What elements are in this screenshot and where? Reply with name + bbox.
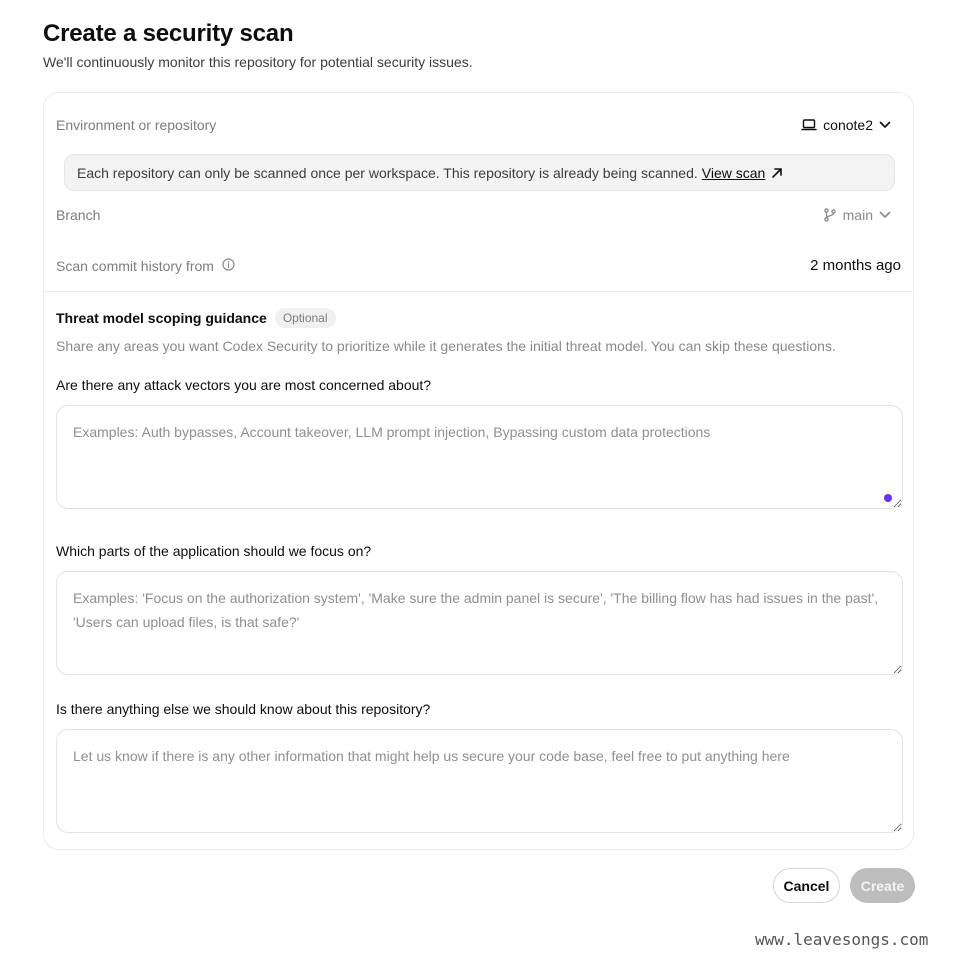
additional-info-label: Is there anything else we should know ab…	[56, 701, 431, 717]
optional-badge: Optional	[274, 308, 336, 328]
attack-vectors-textarea[interactable]	[56, 405, 903, 509]
create-button[interactable]: Create	[850, 868, 915, 903]
environment-label: Environment or repository	[56, 117, 217, 133]
branch-row: Branch main	[56, 207, 901, 223]
history-label: Scan commit history from	[56, 257, 214, 274]
notice-text: Each repository can only be scanned once…	[77, 164, 698, 181]
chevron-down-icon	[879, 121, 891, 129]
page-subtitle: We'll continuously monitor this reposito…	[43, 54, 473, 70]
section-divider	[44, 291, 913, 292]
repository-selector[interactable]: conote2	[801, 117, 891, 133]
external-arrow-icon[interactable]	[771, 167, 783, 179]
guidance-title: Threat model scoping guidance	[56, 310, 267, 326]
history-label-group: Scan commit history from	[56, 258, 235, 274]
guidance-description: Share any areas you want Codex Security …	[56, 338, 836, 354]
laptop-icon	[801, 118, 817, 132]
info-icon[interactable]	[222, 257, 235, 274]
environment-row: Environment or repository conote2	[56, 117, 901, 133]
git-branch-icon	[823, 208, 837, 222]
guidance-header: Threat model scoping guidance Optional	[56, 308, 336, 328]
attack-vectors-label: Are there any attack vectors you are mos…	[56, 377, 432, 393]
history-value[interactable]: 2 months ago	[810, 257, 901, 274]
scan-form-card: Environment or repository conote2 Each r…	[43, 92, 914, 850]
history-row: Scan commit history from 2 months ago	[56, 257, 901, 274]
additional-info-textarea[interactable]	[56, 729, 903, 833]
watermark: www.leavesongs.com	[755, 930, 929, 949]
view-scan-link[interactable]: View scan	[702, 165, 766, 181]
cancel-button[interactable]: Cancel	[773, 868, 840, 903]
focus-areas-label: Which parts of the application should we…	[56, 543, 372, 559]
input-focus-indicator	[884, 494, 892, 502]
repository-value: conote2	[823, 117, 873, 133]
branch-selector[interactable]: main	[823, 207, 891, 223]
page-title: Create a security scan	[43, 20, 294, 47]
branch-label: Branch	[56, 207, 101, 223]
already-scanned-notice: Each repository can only be scanned once…	[64, 154, 895, 191]
focus-areas-textarea[interactable]	[56, 571, 903, 675]
branch-value: main	[842, 207, 873, 223]
chevron-down-icon	[879, 211, 891, 219]
